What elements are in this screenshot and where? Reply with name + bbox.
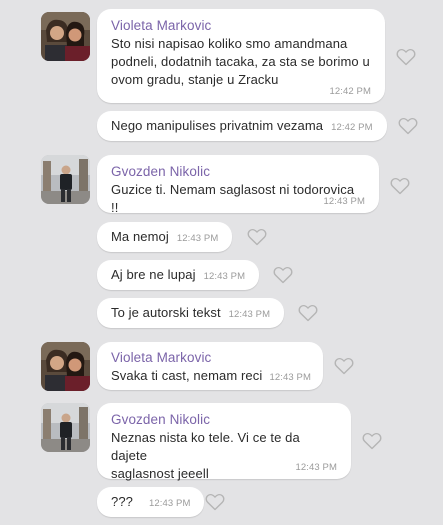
like-heart-icon[interactable] <box>334 357 354 375</box>
message-text: Sto nisi napisao koliko smo amandmana <box>111 36 348 51</box>
message-text: Svaka ti cast, nemam reci <box>111 368 263 383</box>
message-timestamp: 12:42 PM <box>329 86 371 97</box>
message-timestamp: 12:43 PM <box>149 498 191 509</box>
avatar-gvozden[interactable] <box>41 155 90 204</box>
sender-name[interactable]: Violeta Markovic <box>111 17 371 35</box>
like-heart-icon[interactable] <box>398 117 418 135</box>
message-bubble[interactable]: Violeta Markovic Svaka ti cast, nemam re… <box>97 342 323 390</box>
message-timestamp: 12:43 PM <box>323 196 365 207</box>
message-bubble[interactable]: Nego manipulises privatnim vezama 12:42 P… <box>97 111 387 141</box>
avatar-violeta[interactable] <box>41 342 90 391</box>
like-heart-icon[interactable] <box>390 177 410 195</box>
like-heart-icon[interactable] <box>362 432 382 450</box>
message-bubble[interactable]: Violeta Markovic Sto nisi napisao koliko… <box>97 9 385 103</box>
message-text: Ma nemoj <box>111 229 169 244</box>
message-text: podneli, dodatnih tacaka, za sta se bori… <box>111 54 370 69</box>
message-text: To je autorski tekst <box>111 305 221 320</box>
message-text: Aj bre ne lupaj <box>111 267 196 282</box>
message-timestamp: 12:43 PM <box>269 372 311 383</box>
avatar-violeta[interactable] <box>41 12 90 61</box>
chat-conversation: Violeta Markovic Sto nisi napisao koliko… <box>0 0 443 525</box>
message-text: Nego manipulises privatnim vezama <box>111 118 324 133</box>
sender-name[interactable]: Gvozden Nikolic <box>111 411 337 429</box>
message-timestamp: 12:43 PM <box>203 271 246 282</box>
message-timestamp: 12:43 PM <box>228 309 271 320</box>
like-heart-icon[interactable] <box>247 228 267 246</box>
like-heart-icon[interactable] <box>273 266 293 284</box>
message-text: Neznas nista ko tele. Vi ce te da dajete <box>111 430 300 463</box>
like-heart-icon[interactable] <box>205 493 225 511</box>
message-bubble[interactable]: ??? 12:43 PM <box>97 487 205 517</box>
message-bubble[interactable]: Gvozden Nikolic Neznas nista ko tele. Vi… <box>97 403 351 481</box>
sender-name[interactable]: Gvozden Nikolic <box>111 163 365 181</box>
message-bubble[interactable]: Aj bre ne lupaj 12:43 PM <box>97 260 260 290</box>
message-text: ??? <box>111 494 133 509</box>
message-timestamp: 12:42 PM <box>331 122 373 133</box>
sender-name[interactable]: Violeta Markovic <box>111 349 309 367</box>
like-heart-icon[interactable] <box>396 48 416 66</box>
message-timestamp: 12:43 PM <box>176 233 219 244</box>
message-bubble[interactable]: To je autorski tekst 12:43 PM <box>97 298 285 328</box>
message-bubble[interactable]: Ma nemoj 12:43 PM <box>97 222 233 252</box>
avatar-gvozden[interactable] <box>41 403 90 452</box>
message-bubble[interactable]: Gvozden Nikolic Guzice ti. Nemam saglaso… <box>97 155 379 215</box>
message-timestamp: 12:43 PM <box>295 462 337 473</box>
like-heart-icon[interactable] <box>298 304 318 322</box>
